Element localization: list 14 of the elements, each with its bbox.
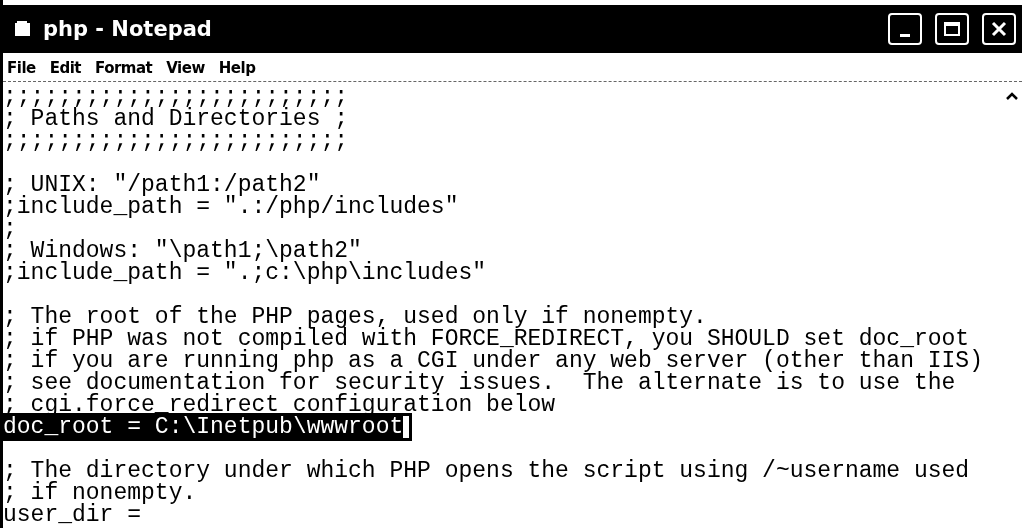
text-line: user_dir =	[3, 502, 142, 528]
menu-item[interactable]: File	[7, 59, 36, 77]
maximize-icon	[943, 21, 961, 37]
menu-item[interactable]: View	[166, 59, 205, 77]
menu-item[interactable]: Help	[218, 59, 256, 77]
maximize-button[interactable]	[935, 13, 969, 45]
close-button[interactable]	[982, 13, 1016, 45]
menu-item[interactable]: Edit	[49, 59, 81, 77]
notepad-icon	[13, 19, 33, 39]
minimize-icon	[900, 33, 910, 37]
window-title: php - Notepad	[43, 17, 213, 41]
menu-item[interactable]: Format	[95, 59, 153, 77]
close-icon	[990, 20, 1008, 38]
minimize-button[interactable]	[888, 13, 922, 45]
